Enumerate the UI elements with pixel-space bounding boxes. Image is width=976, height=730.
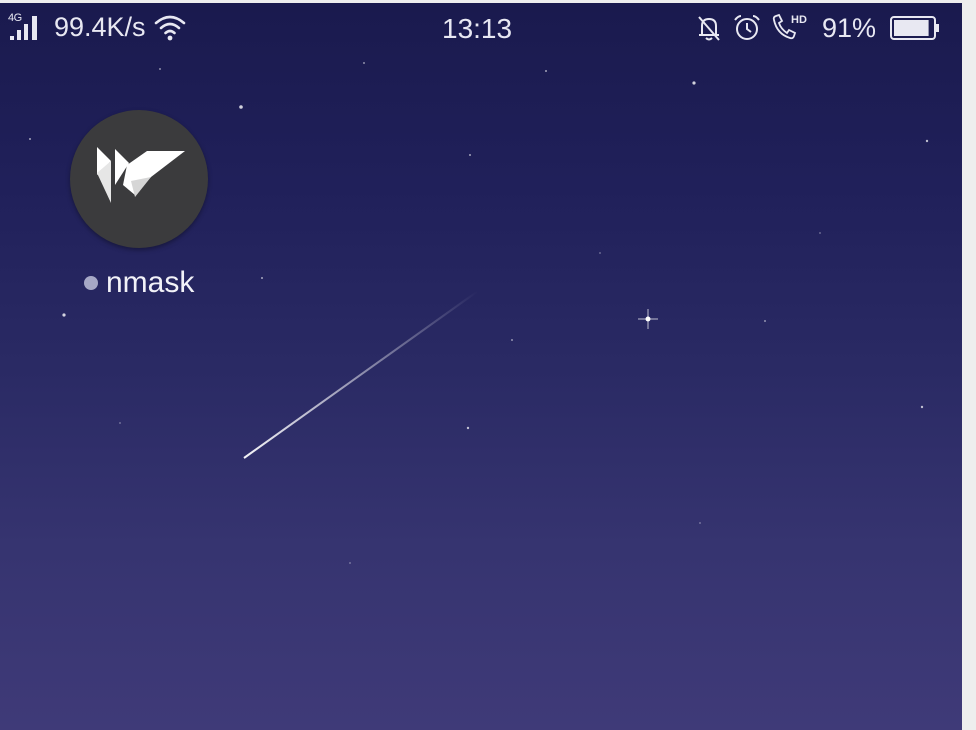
right-edge	[962, 0, 976, 730]
bell-off-icon	[698, 16, 720, 41]
cellular-signal-icon: 4G	[8, 12, 44, 40]
network-speed: 99.4K/s	[54, 11, 146, 42]
status-bar-left: 4G 99.4K/s	[8, 11, 186, 43]
home-screen: 4G 99.4K/s 13:13 HD 91% nmask	[0, 3, 962, 730]
sparkle-star	[638, 309, 658, 329]
battery-percent: 91%	[821, 12, 876, 43]
nmask-app-icon[interactable]	[70, 110, 208, 248]
app-name: nmask	[106, 266, 195, 299]
new-app-dot	[84, 276, 98, 290]
battery-icon	[890, 16, 939, 40]
battery-fill	[894, 20, 929, 36]
hd-call-icon: HD	[772, 13, 807, 40]
wifi-icon	[154, 15, 185, 41]
kivy-logo-icon	[97, 147, 185, 203]
status-bar: 4G 99.4K/s 13:13 HD 91%	[0, 3, 962, 51]
status-bar-right: HD 91%	[694, 11, 948, 45]
nmask-app-label[interactable]: nmask	[84, 266, 194, 300]
shooting-star	[243, 290, 479, 459]
status-clock: 13:13	[442, 13, 513, 44]
alarm-icon	[734, 15, 760, 40]
svg-text:HD: HD	[791, 14, 807, 26]
